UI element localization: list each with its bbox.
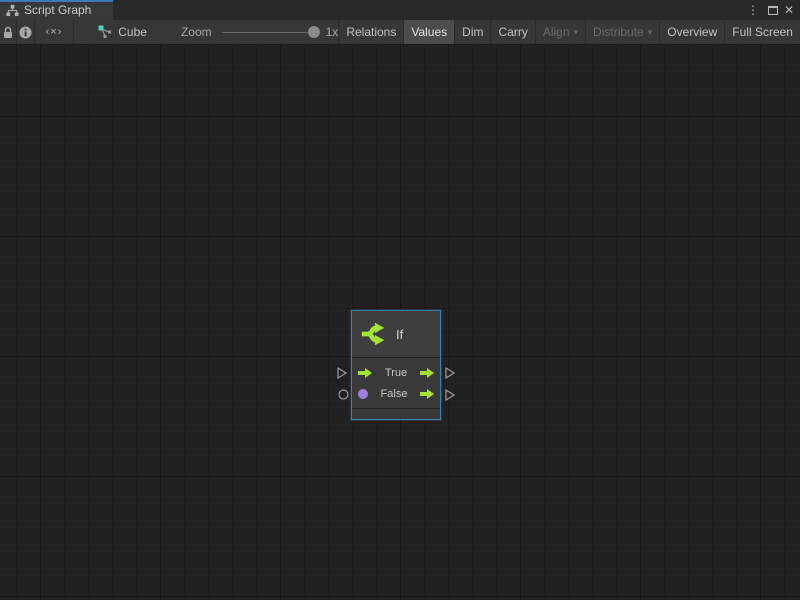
graph-pointer-icon	[98, 25, 112, 39]
close-icon[interactable]: ✕	[784, 4, 794, 16]
tab-script-graph[interactable]: Script Graph	[0, 0, 113, 20]
zoom-slider-handle[interactable]	[308, 26, 320, 38]
overview-button[interactable]: Overview	[660, 20, 725, 44]
outer-true-out-port[interactable]	[445, 367, 455, 379]
values-label: Values	[411, 25, 447, 39]
overview-label: Overview	[667, 25, 717, 39]
dim-button[interactable]: Dim	[455, 20, 491, 44]
lock-icon	[2, 26, 14, 39]
flow-in-port-icon[interactable]	[358, 368, 372, 378]
if-node-ports: True False	[352, 358, 440, 409]
graph-hierarchy-icon	[6, 4, 19, 17]
tab-label: Script Graph	[24, 3, 91, 17]
carry-button[interactable]: Carry	[491, 20, 535, 44]
zoom-slider[interactable]	[222, 32, 318, 33]
port-row-true: True	[352, 362, 440, 383]
info-icon	[19, 26, 32, 39]
dim-label: Dim	[462, 25, 483, 39]
align-dropdown[interactable]: Align ▾	[536, 20, 586, 44]
align-label: Align	[543, 25, 570, 39]
title-bar: Script Graph ⋮ ✕	[0, 0, 800, 20]
node-title: If	[396, 327, 403, 342]
toolbar-middle: Cube Zoom 1x	[74, 20, 339, 44]
condition-value-port-icon[interactable]	[358, 389, 368, 399]
maximize-icon[interactable]	[768, 6, 778, 15]
relations-label: Relations	[346, 25, 396, 39]
outer-flow-in-port[interactable]	[337, 367, 347, 379]
if-node-footer	[352, 409, 440, 419]
zoom-label: Zoom	[181, 25, 212, 39]
flow-out-true-icon[interactable]	[420, 368, 434, 378]
carry-label: Carry	[498, 25, 527, 39]
info-button[interactable]	[17, 20, 34, 44]
code-view-icon: ‹×›	[46, 26, 63, 38]
graph-toolbar: ‹×› Cube Zoom 1x Relations Values Dim	[0, 20, 800, 45]
values-button[interactable]: Values	[404, 20, 455, 44]
port-label-false: False	[368, 388, 420, 400]
port-row-false: False	[352, 383, 440, 404]
distribute-dropdown[interactable]: Distribute ▾	[586, 20, 660, 44]
script-graph-window: Script Graph ⋮ ✕ ‹×›	[0, 0, 800, 600]
branch-icon	[359, 319, 389, 349]
distribute-label: Distribute	[593, 25, 644, 39]
graph-owner-label: Cube	[118, 25, 147, 39]
code-view-button[interactable]: ‹×›	[35, 20, 74, 44]
full-screen-label: Full Screen	[732, 25, 793, 39]
chevron-down-icon: ▾	[574, 27, 579, 38]
if-node-header[interactable]: If	[352, 311, 440, 358]
window-menu-icon[interactable]: ⋮	[744, 4, 762, 16]
outer-condition-port[interactable]	[338, 389, 349, 400]
flow-out-false-icon[interactable]	[420, 389, 434, 399]
port-label-true: True	[372, 367, 420, 379]
full-screen-button[interactable]: Full Screen	[725, 20, 800, 44]
zoom-value: 1x	[326, 25, 339, 39]
graph-canvas[interactable]: If True False	[0, 45, 800, 600]
relations-button[interactable]: Relations	[339, 20, 404, 44]
if-node[interactable]: If True False	[351, 310, 441, 420]
lock-button[interactable]	[0, 20, 17, 44]
outer-false-out-port[interactable]	[445, 389, 455, 401]
chevron-down-icon: ▾	[648, 27, 653, 38]
window-controls: ⋮ ✕	[744, 0, 800, 20]
